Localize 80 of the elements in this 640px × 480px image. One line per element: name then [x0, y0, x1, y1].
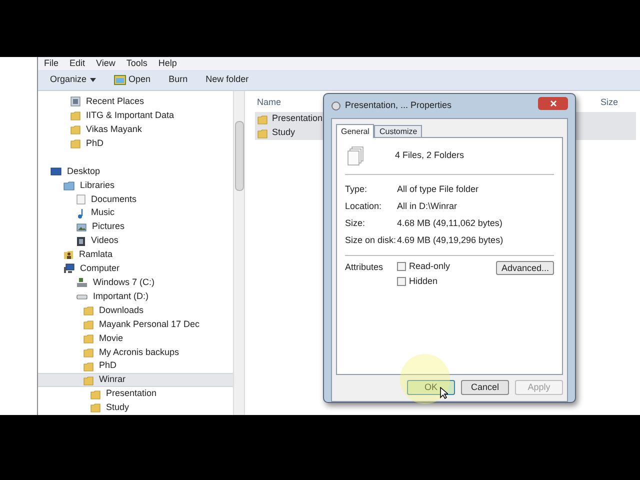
cursor-highlight	[400, 354, 450, 404]
tree-item[interactable]: Videos	[38, 234, 233, 248]
property-value: 4.69 MB (49,19,296 bytes)	[397, 234, 504, 247]
close-button[interactable]	[538, 96, 568, 110]
open-button[interactable]: Open	[114, 73, 151, 87]
favorite-item[interactable]: Vikas Mayank	[38, 122, 233, 137]
library-icon	[63, 180, 75, 191]
tree-item[interactable]: Presentation	[38, 387, 233, 402]
caret-icon	[90, 78, 96, 82]
checkbox[interactable]	[397, 277, 406, 286]
tree-item[interactable]: Windows 7 (C:)	[38, 276, 233, 290]
menu-item[interactable]: File	[44, 56, 59, 70]
folder-icon	[83, 305, 94, 316]
favorite-item[interactable]: Recent Places	[38, 95, 233, 109]
folder-icon	[70, 110, 81, 122]
property-label: Size:	[345, 216, 366, 230]
folder-icon	[83, 374, 94, 386]
dialog-tab[interactable]: Customize	[374, 125, 422, 137]
tree-item[interactable]: Computer	[38, 262, 233, 276]
tree-item[interactable]: Desktop	[38, 164, 233, 178]
folder-icon	[90, 402, 101, 414]
favorite-item[interactable]: PhD	[38, 136, 233, 151]
tree-item[interactable]: Ramlata	[38, 248, 233, 262]
tree-item[interactable]: Libraries	[38, 178, 233, 192]
window-icon	[114, 75, 126, 85]
drive-icon	[76, 277, 88, 288]
dialog-button[interactable]: OK	[407, 380, 455, 395]
user-folder-icon	[63, 249, 74, 260]
dialog-button[interactable]: Cancel	[461, 380, 509, 395]
toolbar-button[interactable]: Burn	[168, 73, 188, 87]
checkbox-label: Read-only	[409, 260, 450, 273]
folder-icon	[83, 360, 94, 372]
property-label: Location:	[345, 200, 383, 213]
tree-item[interactable]: Documents	[38, 192, 233, 206]
tree-item[interactable]: Mayank Personal 17 Dec	[38, 318, 233, 332]
checkbox-label: Hidden	[409, 274, 438, 288]
tree-item[interactable]: Movie	[38, 331, 233, 346]
tree-item[interactable]: Pictures	[38, 220, 233, 234]
menu-item[interactable]: View	[96, 56, 116, 70]
monitor-icon	[50, 166, 62, 177]
folder-icon	[83, 332, 94, 344]
advanced-button[interactable]: Advanced...	[496, 261, 554, 275]
folder-icon	[83, 346, 94, 358]
picture-icon	[76, 222, 87, 233]
tree-item[interactable]: My Acronis backups	[38, 345, 233, 360]
tree-item[interactable]: Music	[38, 206, 233, 220]
computer-icon	[63, 263, 75, 274]
close-icon	[550, 100, 556, 106]
document-icon	[76, 194, 86, 205]
toolbar-button[interactable]: New folder	[206, 73, 249, 87]
column-header[interactable]: Name	[255, 96, 282, 110]
dialog-title: Presentation, ... Properties	[345, 99, 453, 112]
folder-icon	[90, 388, 101, 400]
folder-icon	[70, 124, 81, 136]
property-label: Type:	[345, 182, 368, 196]
column-header[interactable]: Size	[598, 96, 618, 110]
attributes-label: Attributes	[345, 261, 384, 273]
tree-item[interactable]: Important (D:)	[38, 290, 233, 304]
documents-icon	[347, 146, 365, 166]
checkbox[interactable]	[397, 262, 406, 271]
favorite-item[interactable]: IITG & Important Data	[38, 108, 233, 123]
organize-button[interactable]: Organize	[50, 73, 96, 87]
cursor-icon	[440, 387, 448, 399]
property-value: All in D:\Winrar	[397, 200, 458, 213]
tree-item[interactable]: Study	[38, 401, 233, 415]
folder-icon	[70, 138, 81, 150]
property-value: 4.68 MB (49,11,062 bytes)	[397, 216, 502, 230]
menu-item[interactable]: Help	[158, 56, 177, 70]
menu-item[interactable]: Tools	[126, 56, 148, 70]
scrollbar[interactable]	[233, 91, 245, 415]
property-value: All of type File folder	[397, 182, 479, 196]
folder-icon	[83, 318, 94, 330]
menu-item[interactable]: Edit	[70, 56, 86, 70]
tree-item[interactable]: Downloads	[38, 304, 233, 318]
tree-item[interactable]: Winrar	[38, 373, 233, 388]
dialog-tab[interactable]: General	[336, 124, 374, 138]
film-icon	[76, 236, 86, 247]
selection-summary: 4 Files, 2 Folders	[395, 149, 464, 162]
property-label: Size on disk:	[345, 234, 397, 247]
tree-item[interactable]: PhD	[38, 359, 233, 374]
